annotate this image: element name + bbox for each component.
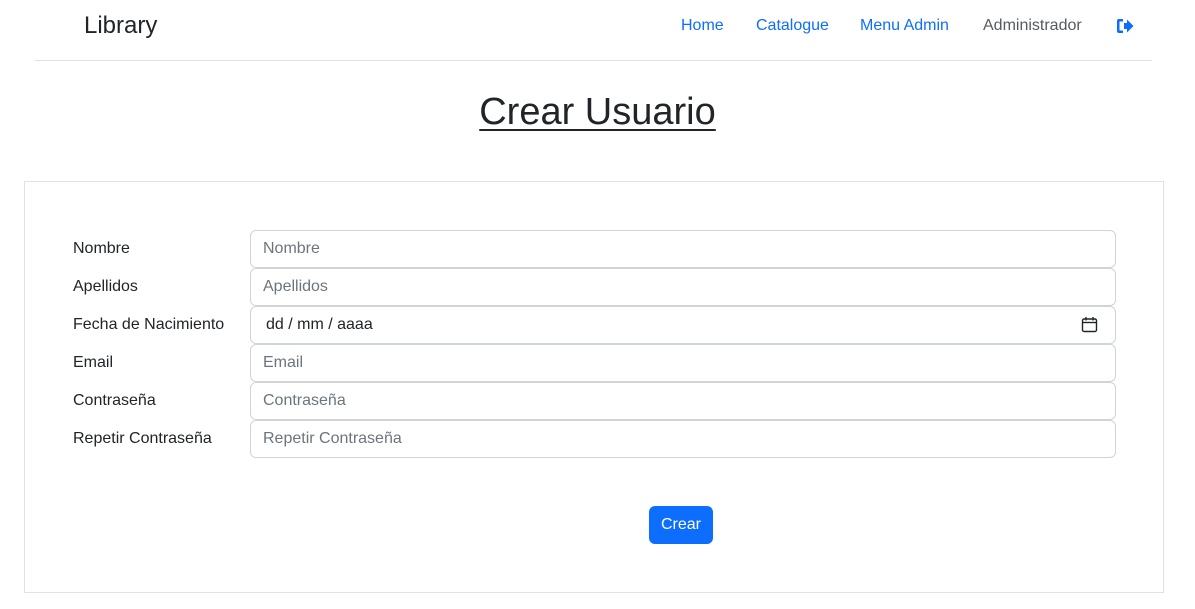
sign-out-icon[interactable] [1115,16,1135,36]
form-row-nombre: Nombre [73,230,1116,268]
contrasena-input[interactable] [250,382,1116,420]
repetir-contrasena-label: Repetir Contraseña [73,430,212,447]
apellidos-label: Apellidos [73,278,138,295]
fecha-nacimiento-label: Fecha de Nacimiento [73,316,225,333]
form-row-apellidos: Apellidos [73,268,1116,306]
crear-button[interactable]: Crear [649,506,713,544]
page-title: Crear Usuario [479,91,716,133]
fecha-nacimiento-input[interactable] [250,306,1116,344]
create-user-form-card: Nombre Apellidos Fecha de Nacimiento dd … [24,181,1164,593]
email-input[interactable] [250,344,1116,382]
calendar-icon[interactable] [1081,316,1098,333]
form-row-repetir-contrasena: Repetir Contraseña [73,420,1116,458]
form-row-email: Email [73,344,1116,382]
current-user-name: Administrador [983,17,1082,34]
contrasena-label: Contraseña [73,392,156,409]
navbar: Library Home Catalogue Menu Admin Admini… [35,0,1152,61]
nombre-input[interactable] [250,230,1116,268]
repetir-contrasena-input[interactable] [250,420,1116,458]
nombre-label: Nombre [73,240,130,257]
brand-logo[interactable]: Library [84,12,157,40]
apellidos-input[interactable] [250,268,1116,306]
nav-home-link[interactable]: Home [681,16,724,36]
form-row-fecha-nacimiento: Fecha de Nacimiento dd / mm / aaaa [73,306,1116,344]
nav-menu-admin-link[interactable]: Menu Admin [860,16,949,36]
nav-catalogue-link[interactable]: Catalogue [756,16,829,36]
form-row-contrasena: Contraseña [73,382,1116,420]
email-label: Email [73,354,114,371]
